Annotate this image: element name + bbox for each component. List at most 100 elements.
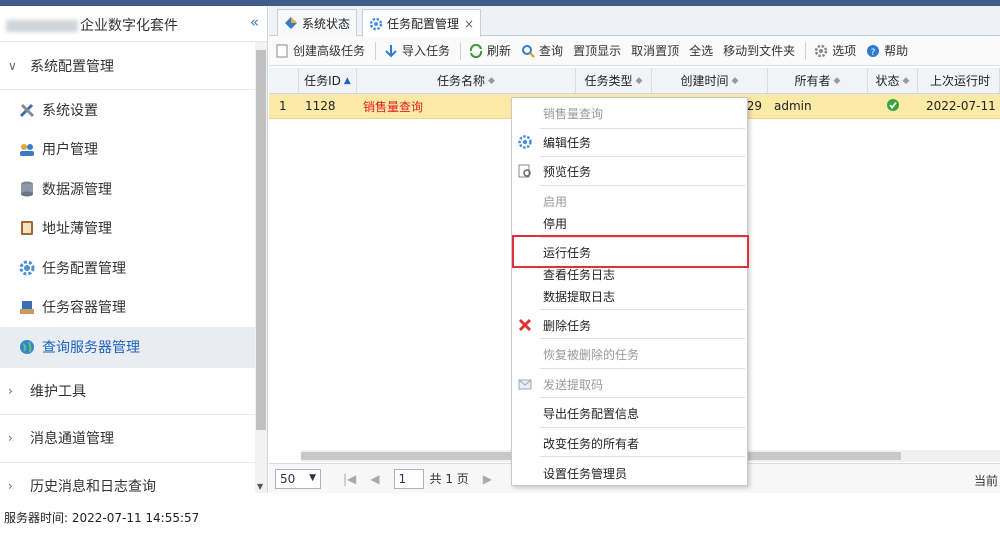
collapse-sidebar-icon[interactable]: « [250, 13, 259, 31]
check-icon [886, 98, 900, 115]
select-all-button[interactable]: 全选 [689, 42, 713, 59]
first-page-icon[interactable]: |◀ [343, 472, 356, 486]
refresh-button[interactable]: 刷新 [469, 42, 511, 59]
preview-icon [517, 163, 533, 179]
column-header-owner[interactable]: 所有者 ◆ [768, 68, 868, 93]
menu-item-change-owner[interactable]: 改变任务的所有者 [512, 432, 747, 454]
column-header-task-type[interactable]: 任务类型 ◆ [576, 68, 652, 93]
brand: 企业数字化套件 [6, 15, 178, 35]
menu-divider [540, 309, 745, 310]
menu-item-label: 启用 [543, 194, 568, 209]
group-label: 消息通道管理 [30, 431, 114, 447]
menu-item-label: 导出任务配置信息 [543, 406, 640, 421]
chevron-down-icon: ∨ [8, 58, 17, 73]
status-bar: 服务器时间: 2022-07-11 14:55:57 [0, 493, 1000, 533]
options-button[interactable]: 选项 [814, 42, 856, 59]
tab-task-config[interactable]: 任务配置管理 × [362, 9, 482, 37]
sidebar-item-user-management[interactable]: 用户管理 [0, 130, 267, 170]
tab-label: 系统状态 [302, 16, 351, 31]
unpin-button[interactable]: 取消置顶 [631, 42, 679, 59]
sidebar-item-system-settings[interactable]: 系统设置 [0, 90, 267, 130]
prev-page-icon[interactable]: ◀ [370, 472, 379, 486]
grid-header: 任务ID ▲ 任务名称 ◆ 任务类型 ◆ 创建时间 ◆ 所有者 ◆ 状态 ◆ 上次运行时 [269, 68, 1000, 94]
column-label: 任务类型 [584, 74, 633, 88]
menu-item-set-task-admin[interactable]: 设置任务管理员 [512, 462, 747, 484]
button-label: 帮助 [884, 44, 909, 58]
mail-icon [517, 376, 533, 392]
import-task-button[interactable]: 导入任务 [384, 42, 450, 59]
sidebar-header: 企业数字化套件 « [0, 6, 267, 42]
column-label: 状态 [875, 74, 900, 88]
pin-to-top-button[interactable]: 置顶显示 [573, 42, 621, 59]
delete-icon [517, 317, 533, 333]
button-label: 移动到文件夹 [723, 44, 796, 58]
sidebar-item-task-container[interactable]: 任务容器管理 [0, 288, 267, 328]
status-cell [868, 94, 918, 118]
menu-item-send-extract-code[interactable]: 发送提取码 [512, 373, 747, 395]
scroll-down-icon[interactable]: ▼ [257, 482, 263, 491]
menu-item-label: 编辑任务 [543, 135, 592, 150]
button-label: 置顶显示 [573, 44, 622, 58]
sidebar-item-datasource-management[interactable]: 数据源管理 [0, 169, 267, 209]
menu-item-extract-log[interactable]: 数据提取日志 [512, 285, 747, 307]
column-header-created-time[interactable]: 创建时间 ◆ [652, 68, 768, 93]
menu-item-edit-task[interactable]: 编辑任务 [512, 131, 747, 153]
menu-item-disable[interactable]: 停用 [512, 212, 747, 234]
menu-item-title: 销售量查询 [512, 102, 747, 124]
help-button[interactable]: ? 帮助 [866, 42, 908, 59]
sort-icon: ◆ [731, 75, 739, 86]
column-label: 任务ID [304, 74, 341, 88]
next-page-icon[interactable]: ▶ [483, 472, 492, 486]
total-pages: 共 1 页 [429, 472, 469, 486]
menu-item-label: 设置任务管理员 [543, 466, 628, 481]
menu-item-export-config[interactable]: 导出任务配置信息 [512, 402, 747, 424]
column-header-last-run[interactable]: 上次运行时 [918, 68, 1000, 93]
menu-item-delete-task[interactable]: 删除任务 [512, 314, 747, 336]
run-task-highlight-box [512, 235, 749, 268]
close-tab-icon[interactable]: × [464, 17, 474, 31]
button-label: 全选 [689, 44, 714, 58]
globe-icon [18, 338, 36, 356]
page-number-value: 1 [398, 471, 407, 486]
sort-asc-icon: ▲ [343, 75, 351, 86]
query-button[interactable]: 查询 [521, 42, 563, 59]
sidebar-item-label: 用户管理 [42, 142, 98, 159]
sidebar-group-maintenance[interactable]: › 维护工具 [0, 366, 267, 415]
group-label: 系统配置管理 [30, 58, 114, 75]
group-label: 维护工具 [30, 383, 86, 400]
sidebar-scrollbar[interactable]: ▼ [255, 42, 267, 493]
column-header-task-id[interactable]: 任务ID ▲ [299, 68, 357, 93]
gear-icon [369, 17, 383, 31]
sidebar-group-message-channel[interactable]: › 消息通道管理 [0, 415, 267, 463]
button-label: 创建高级任务 [293, 44, 366, 58]
sidebar-item-query-server[interactable]: 查询服务器管理 [0, 327, 267, 367]
sidebar-item-task-config[interactable]: 任务配置管理 [0, 248, 267, 288]
menu-item-preview-task[interactable]: 预览任务 [512, 160, 747, 182]
page-number-input[interactable]: 1 [393, 468, 424, 489]
sidebar-item-label: 系统设置 [42, 102, 98, 119]
sidebar-group-system-config[interactable]: ∨ 系统配置管理 [0, 42, 267, 90]
column-header-status[interactable]: 状态 ◆ [868, 68, 918, 93]
menu-item-restore-deleted[interactable]: 恢复被删除的任务 [512, 343, 747, 365]
page-size-select[interactable]: 50 ▼ [275, 468, 321, 489]
page-size-value: 50 [280, 471, 296, 486]
sidebar-item-label: 任务配置管理 [42, 260, 126, 277]
chevron-right-icon: › [8, 383, 13, 398]
menu-item-enable[interactable]: 启用 [512, 190, 747, 212]
users-icon [18, 140, 36, 158]
tools-icon [18, 101, 36, 119]
menu-divider [540, 368, 745, 369]
menu-divider [540, 456, 745, 457]
database-icon [18, 180, 36, 198]
refresh-icon [469, 43, 483, 58]
tab-system-status[interactable]: 系统状态 [277, 9, 358, 36]
toolbar-divider [375, 41, 377, 60]
column-header-task-name[interactable]: 任务名称 ◆ [357, 68, 576, 93]
sidebar-item-addressbook-management[interactable]: 地址薄管理 [0, 209, 267, 249]
sidebar-group-history-log[interactable]: › 历史消息和日志查询 [0, 463, 267, 493]
scrollbar-thumb[interactable] [256, 50, 266, 430]
menu-item-label: 改变任务的所有者 [543, 436, 640, 451]
owner-cell: admin [774, 99, 812, 113]
move-to-folder-button[interactable]: 移动到文件夹 [723, 42, 795, 59]
create-advanced-task-button[interactable]: 创建高级任务 [275, 42, 365, 59]
